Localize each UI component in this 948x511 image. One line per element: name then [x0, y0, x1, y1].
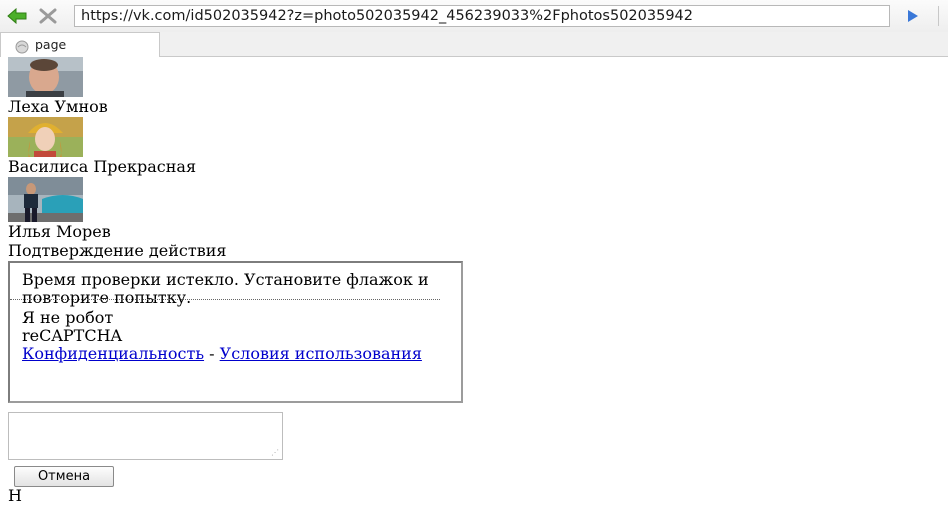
- browser-toolbar: https://vk.com/id502035942?z=photo502035…: [0, 0, 948, 32]
- person-name[interactable]: Василиса Прекрасная: [8, 157, 463, 177]
- stop-x-icon[interactable]: [38, 8, 58, 24]
- clipped-text: Н: [8, 486, 22, 505]
- avatar[interactable]: [8, 117, 83, 157]
- person-name[interactable]: Илья Морев: [8, 222, 463, 242]
- tab-label: page: [35, 37, 67, 52]
- response-textarea[interactable]: ⋰: [8, 412, 283, 460]
- go-arrow-icon[interactable]: [906, 8, 920, 24]
- back-arrow-icon[interactable]: [6, 7, 28, 25]
- avatar[interactable]: [8, 177, 83, 222]
- tab-page[interactable]: page: [0, 32, 160, 57]
- person-name[interactable]: Леха Умнов: [8, 97, 463, 117]
- recaptcha-frame[interactable]: Время проверки истекло. Установите флажо…: [8, 261, 463, 403]
- avatar[interactable]: [8, 57, 83, 97]
- link-separator: -: [204, 344, 220, 363]
- not-robot-checkbox-label[interactable]: Я не робот: [22, 309, 449, 327]
- privacy-link[interactable]: Конфиденциальность: [22, 344, 204, 363]
- browser-chrome: https://vk.com/id502035942?z=photo502035…: [0, 0, 948, 57]
- recaptcha-brand: reCAPTCHA: [22, 326, 123, 345]
- confirm-title: Подтверждение действия: [8, 241, 227, 260]
- address-bar[interactable]: https://vk.com/id502035942?z=photo502035…: [74, 5, 890, 27]
- captcha-expired-message: Время проверки истекло. Установите флажо…: [22, 270, 429, 307]
- page-globe-icon: [15, 38, 29, 54]
- terms-link[interactable]: Условия использования: [220, 344, 422, 363]
- tab-bar: page: [0, 32, 948, 57]
- cancel-button[interactable]: Отмена: [14, 466, 114, 487]
- toolbar-separator: [938, 6, 939, 26]
- recaptcha-links: Конфиденциальность - Условия использован…: [22, 345, 449, 363]
- message-divider: [10, 299, 440, 301]
- page-content: Леха Умнов Василиса Прекрасная Илья Море…: [8, 57, 463, 505]
- resize-grip-icon[interactable]: ⋰: [271, 449, 279, 457]
